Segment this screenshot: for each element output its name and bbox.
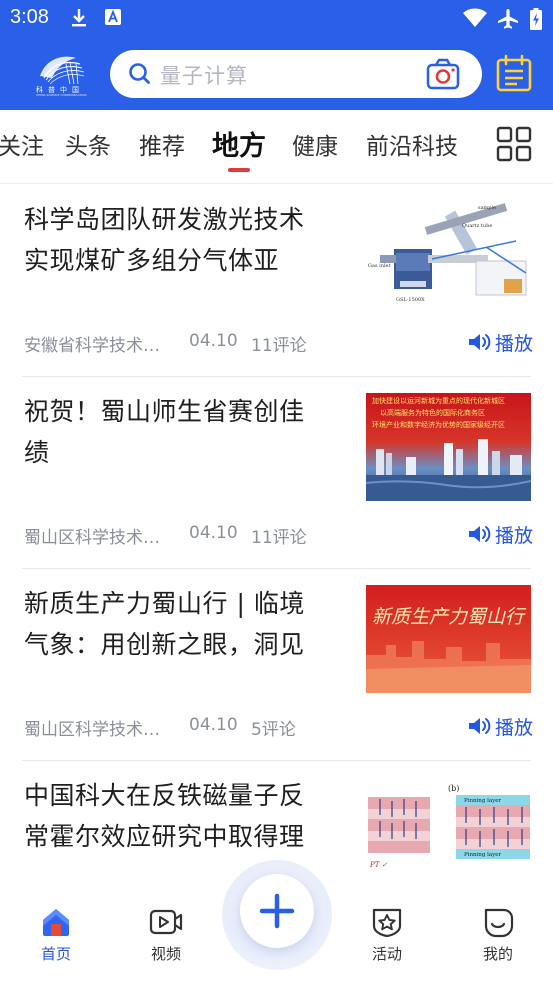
news-comments[interactable]: 11评论 bbox=[251, 331, 307, 356]
svg-text:以高端服务为特色的国际化商务区: 以高端服务为特色的国际化商务区 bbox=[380, 408, 485, 417]
play-audio-button[interactable]: 播放 bbox=[467, 713, 533, 739]
activity-badge-icon bbox=[372, 908, 402, 938]
svg-text:GSL-1500X: GSL-1500X bbox=[396, 297, 425, 303]
nav-activity[interactable]: 活动 bbox=[347, 906, 427, 976]
svg-text:加快建设以运河新城为重点的现代化新城区: 加快建设以运河新城为重点的现代化新城区 bbox=[372, 396, 505, 405]
news-meta: 蜀山区科学技术… 04.10 5评论 播放 bbox=[24, 713, 533, 740]
wifi-icon bbox=[462, 8, 488, 32]
news-thumbnail[interactable]: (b) PT ✓ Pinning layer Pinning layer bbox=[366, 777, 531, 875]
app-root: 3:08 科普中国 CHINA SCIENCE COMMUNICATION 量子… bbox=[0, 0, 553, 983]
video-icon bbox=[149, 909, 183, 935]
search-input-placeholder[interactable]: 量子计算 bbox=[160, 60, 248, 90]
camera-search-icon[interactable] bbox=[426, 58, 460, 94]
svg-text:CHINA SCIENCE COMMUNICATION: CHINA SCIENCE COMMUNICATION bbox=[36, 93, 87, 96]
nav-video[interactable]: 视频 bbox=[126, 906, 206, 976]
nav-home[interactable]: 首页 bbox=[16, 906, 96, 976]
play-audio-button[interactable]: 播放 bbox=[467, 329, 533, 355]
profile-icon bbox=[484, 908, 514, 938]
search-icon bbox=[128, 62, 152, 90]
news-source[interactable]: 安徽省科学技术… bbox=[24, 331, 160, 356]
tab-local[interactable]: 地方 bbox=[212, 124, 266, 163]
news-item[interactable]: 中国科大在反铁磁量子反 常霍尔效应研究中取得理 (b) PT ✓ Pinning… bbox=[22, 761, 531, 875]
play-audio-button[interactable]: 播放 bbox=[467, 521, 533, 547]
news-feed: 科学岛团队研发激光技术 实现煤矿多组分气体亚 sample Quartz tub… bbox=[0, 185, 553, 875]
calendar-button[interactable] bbox=[495, 54, 533, 94]
news-source[interactable]: 蜀山区科学技术… bbox=[24, 523, 160, 548]
news-title[interactable]: 中国科大在反铁磁量子反 常霍尔效应研究中取得理 bbox=[24, 775, 339, 857]
news-title[interactable]: 新质生产力蜀山行 | 临境 气象：用创新之眼，洞见 bbox=[24, 583, 339, 665]
news-thumbnail[interactable]: sample Quartz tube Gas inlet GSL-1500X bbox=[366, 201, 531, 309]
search-bar[interactable]: 量子计算 bbox=[110, 50, 482, 98]
tab-headlines[interactable]: 头条 bbox=[65, 127, 111, 161]
svg-text:Pinning layer: Pinning layer bbox=[464, 852, 502, 858]
svg-text:Quartz tube: Quartz tube bbox=[462, 223, 492, 229]
speaker-icon bbox=[469, 334, 491, 350]
news-source[interactable]: 蜀山区科学技术… bbox=[24, 715, 160, 740]
app-notification-icon bbox=[104, 8, 122, 30]
news-date: 04.10 bbox=[189, 715, 238, 735]
tab-recommended[interactable]: 推荐 bbox=[139, 127, 185, 161]
status-bar: 3:08 bbox=[0, 0, 553, 38]
plus-icon bbox=[259, 893, 295, 929]
tab-follow[interactable]: 关注 bbox=[0, 127, 44, 161]
news-title[interactable]: 科学岛团队研发激光技术 实现煤矿多组分气体亚 bbox=[24, 199, 339, 281]
news-thumbnail[interactable]: 新质生产力蜀山行 bbox=[366, 585, 531, 693]
svg-text:(b): (b) bbox=[448, 784, 459, 793]
svg-text:sample: sample bbox=[478, 205, 496, 211]
news-item[interactable]: 科学岛团队研发激光技术 实现煤矿多组分气体亚 sample Quartz tub… bbox=[22, 185, 533, 377]
calendar-icon bbox=[496, 54, 532, 92]
news-meta: 蜀山区科学技术… 04.10 11评论 播放 bbox=[24, 521, 533, 548]
svg-text:PT ✓: PT ✓ bbox=[369, 861, 388, 869]
speaker-icon bbox=[469, 718, 491, 734]
news-date: 04.10 bbox=[189, 523, 238, 543]
publish-button[interactable] bbox=[240, 874, 314, 948]
news-item[interactable]: 祝贺！蜀山师生省赛创佳 绩 加快建设以运河新城为重点的现代化新城区 以高端服务为… bbox=[22, 377, 533, 569]
tab-health[interactable]: 健康 bbox=[292, 127, 338, 161]
tab-frontier-tech[interactable]: 前沿科技 bbox=[366, 127, 458, 161]
news-title[interactable]: 祝贺！蜀山师生省赛创佳 绩 bbox=[24, 391, 339, 473]
battery-charging-icon bbox=[530, 8, 542, 34]
app-header: 3:08 科普中国 CHINA SCIENCE COMMUNICATION 量子… bbox=[0, 0, 553, 110]
speaker-icon bbox=[469, 526, 491, 542]
active-tab-indicator bbox=[228, 168, 250, 172]
category-tabs: 关注 头条 推荐 地方 健康 前沿科技 bbox=[0, 110, 553, 184]
airplane-mode-icon bbox=[497, 8, 519, 34]
news-thumbnail[interactable]: 加快建设以运河新城为重点的现代化新城区 以高端服务为特色的国际化商务区 环境产业… bbox=[366, 393, 531, 501]
home-icon bbox=[43, 909, 69, 936]
channel-grid-icon[interactable] bbox=[496, 126, 532, 162]
news-item[interactable]: 新质生产力蜀山行 | 临境 气象：用创新之眼，洞见 新质生产力蜀山行 蜀山区科学… bbox=[22, 569, 533, 761]
download-icon bbox=[70, 8, 88, 32]
news-meta: 安徽省科学技术… 04.10 11评论 播放 bbox=[24, 329, 533, 356]
svg-text:Gas inlet: Gas inlet bbox=[368, 263, 391, 269]
news-date: 04.10 bbox=[189, 331, 238, 351]
news-comments[interactable]: 11评论 bbox=[251, 523, 307, 548]
svg-text:Pinning layer: Pinning layer bbox=[464, 798, 502, 804]
app-logo[interactable]: 科普中国 CHINA SCIENCE COMMUNICATION bbox=[26, 50, 98, 97]
news-comments[interactable]: 5评论 bbox=[251, 715, 296, 740]
status-time: 3:08 bbox=[10, 6, 49, 28]
nav-profile[interactable]: 我的 bbox=[458, 906, 538, 976]
svg-text:新质生产力蜀山行: 新质生产力蜀山行 bbox=[372, 606, 527, 628]
svg-text:环境产业和数字经济为优势的国家级经开区: 环境产业和数字经济为优势的国家级经开区 bbox=[372, 420, 505, 429]
